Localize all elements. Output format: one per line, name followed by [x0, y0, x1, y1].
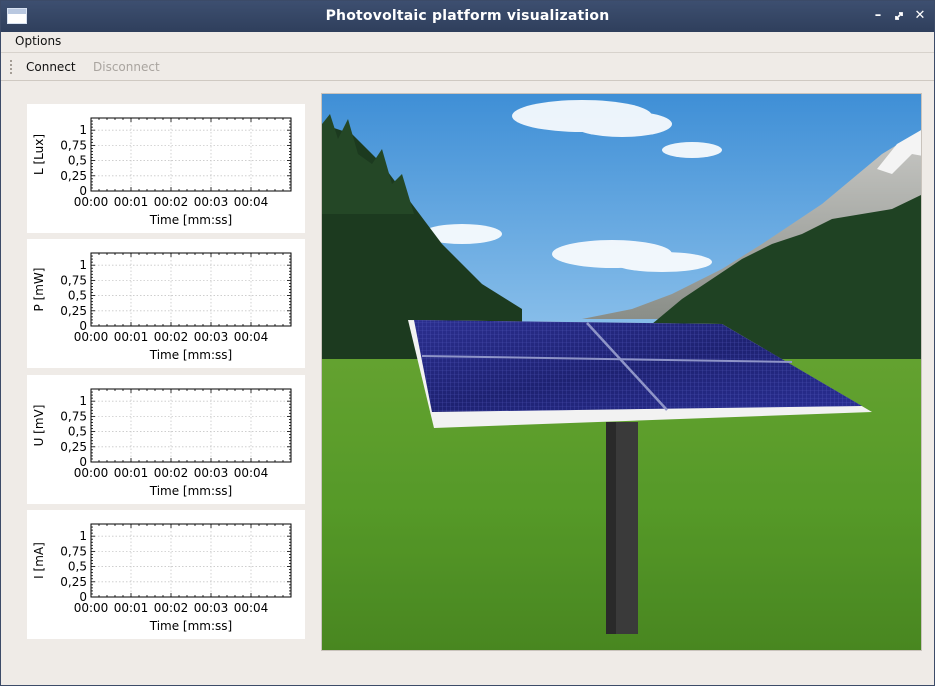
x-tick-label: 00:03 [194, 195, 229, 209]
3d-scene-view[interactable] [321, 93, 922, 651]
y-tick-label: 1 [79, 394, 87, 408]
y-tick-label: 0,25 [60, 169, 87, 183]
x-axis-label: Time [mm:ss] [149, 619, 232, 633]
y-tick-label: 0,5 [68, 560, 87, 574]
x-tick-label: 00:00 [74, 601, 109, 615]
maximize-arrows-icon [895, 12, 903, 20]
x-tick-label: 00:04 [234, 330, 269, 344]
plot-frame [90, 252, 292, 327]
y-axis-label: I [mA] [32, 542, 46, 579]
toolbar: Connect Disconnect [1, 53, 934, 81]
plot-power: 0 0,25 0,5 0,75 1 00:00 00:01 00:02 00:03 00:04 Ti… [27, 239, 305, 368]
x-tick-label: 00:02 [154, 330, 189, 344]
menu-bar: Options [1, 32, 934, 53]
x-tick-label: 00:03 [194, 601, 229, 615]
y-tick-label: 0,5 [68, 425, 87, 439]
y-tick-label: 0,25 [60, 440, 87, 454]
plot-voltage: 0 0,25 0,5 0,75 1 00:00 00:01 00:02 00:03 00:04 Ti… [27, 375, 305, 504]
minimize-icon[interactable]: – [870, 8, 886, 24]
y-tick-label: 1 [79, 123, 87, 137]
x-axis-label: Time [mm:ss] [149, 484, 232, 498]
x-tick-label: 00:04 [234, 195, 269, 209]
y-axis-label: P [mW] [32, 268, 46, 312]
x-axis-label: Time [mm:ss] [149, 213, 232, 227]
solar-panel-scene [322, 94, 921, 650]
plot-frame [90, 523, 292, 598]
x-tick-label: 00:02 [154, 466, 189, 480]
x-tick-label: 00:03 [194, 330, 229, 344]
menu-options[interactable]: Options [15, 34, 61, 48]
x-tick-label: 00:01 [114, 330, 149, 344]
chart-svg: 00,250,50,75100:00 00:01 00:02 00:03 00:04Ti… [32, 252, 292, 362]
connect-button[interactable]: Connect [26, 60, 76, 74]
y-tick-label: 0,25 [60, 575, 87, 589]
plot-frame [90, 117, 292, 192]
x-tick-label: 00:00 [74, 330, 109, 344]
chart-svg: 00,250,50,75100:00 00:01 00:02 00:03 00:04Ti… [32, 117, 292, 227]
y-tick-label: 0,25 [60, 304, 87, 318]
y-tick-label: 1 [79, 258, 87, 272]
y-tick-label: 0,75 [60, 409, 87, 423]
maximize-icon[interactable] [891, 8, 907, 24]
x-tick-label: 00:02 [154, 195, 189, 209]
y-tick-label: 1 [79, 529, 87, 543]
x-axis-label: Time [mm:ss] [149, 348, 232, 362]
window-title: Photovoltaic platform visualization [325, 8, 610, 24]
main-window: Photovoltaic platform visualization – ✕ … [0, 0, 935, 686]
y-axis-label: U [mV] [32, 405, 46, 447]
x-tick-label: 00:01 [114, 195, 149, 209]
y-tick-label: 0,75 [60, 138, 87, 152]
y-tick-label: 0,75 [60, 273, 87, 287]
x-tick-label: 00:01 [114, 466, 149, 480]
plot-current: 0 0,25 0,5 0,75 1 00:00 00:01 00:02 00:03 00:04 Ti… [27, 510, 305, 639]
x-tick-label: 00:00 [74, 466, 109, 480]
y-axis-label: L [Lux] [32, 134, 46, 175]
chart-svg: 00,250,50,75100:00 00:01 00:02 00:03 00:04Ti… [32, 388, 292, 498]
x-tick-label: 00:03 [194, 466, 229, 480]
x-tick-label: 00:04 [234, 601, 269, 615]
x-tick-label: 00:01 [114, 601, 149, 615]
y-tick-label: 0,5 [68, 289, 87, 303]
y-tick-label: 0,75 [60, 544, 87, 558]
disconnect-button: Disconnect [93, 60, 160, 74]
plot-frame [90, 388, 292, 463]
title-bar[interactable]: Photovoltaic platform visualization – ✕ [1, 1, 934, 32]
x-tick-label: 00:02 [154, 601, 189, 615]
y-tick-label: 0,5 [68, 154, 87, 168]
x-tick-label: 00:04 [234, 466, 269, 480]
chart-svg: 00,250,50,75100:00 00:01 00:02 00:03 00:04Ti… [32, 523, 292, 633]
close-icon[interactable]: ✕ [912, 8, 928, 24]
x-tick-label: 00:00 [74, 195, 109, 209]
plot-light: 0 0,25 0,5 0,75 1 00:00 00:01 00:02 00:03 00:04 Ti… [27, 104, 305, 233]
toolbar-grip-handle[interactable] [9, 59, 13, 75]
